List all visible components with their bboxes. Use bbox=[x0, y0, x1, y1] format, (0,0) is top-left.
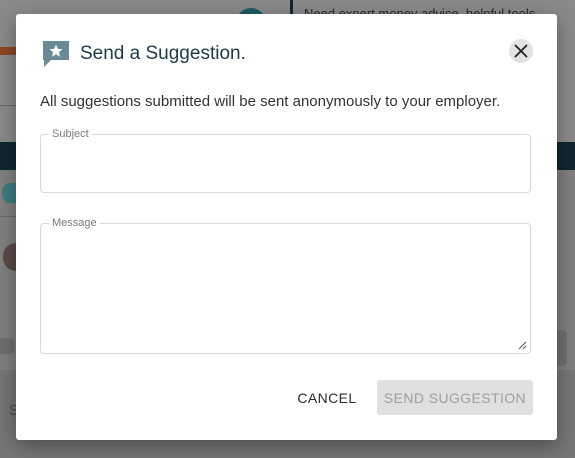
message-label: Message bbox=[49, 217, 100, 230]
background-button bbox=[557, 330, 567, 366]
cancel-button[interactable]: CANCEL bbox=[292, 380, 362, 415]
send-suggestion-button[interactable]: SEND SUGGESTION bbox=[377, 380, 533, 415]
subject-field: Subject bbox=[40, 128, 531, 193]
dialog-description: All suggestions submitted will be sent a… bbox=[40, 93, 501, 110]
chat-star-icon bbox=[43, 41, 69, 67]
background-chat-icon bbox=[2, 183, 16, 203]
background-divider bbox=[0, 105, 16, 106]
background-divider bbox=[290, 0, 293, 14]
message-field: Message bbox=[40, 217, 531, 354]
subject-input[interactable] bbox=[51, 149, 520, 186]
close-button[interactable] bbox=[509, 39, 533, 63]
close-icon bbox=[514, 44, 528, 58]
resize-handle-icon[interactable] bbox=[518, 341, 527, 350]
suggestion-dialog: Send a Suggestion. All suggestions submi… bbox=[16, 14, 557, 440]
background-camera-icon bbox=[0, 338, 14, 354]
message-input[interactable] bbox=[51, 238, 520, 347]
subject-label: Subject bbox=[49, 128, 92, 141]
dialog-title: Send a Suggestion. bbox=[80, 43, 246, 64]
background-divider bbox=[0, 216, 16, 217]
